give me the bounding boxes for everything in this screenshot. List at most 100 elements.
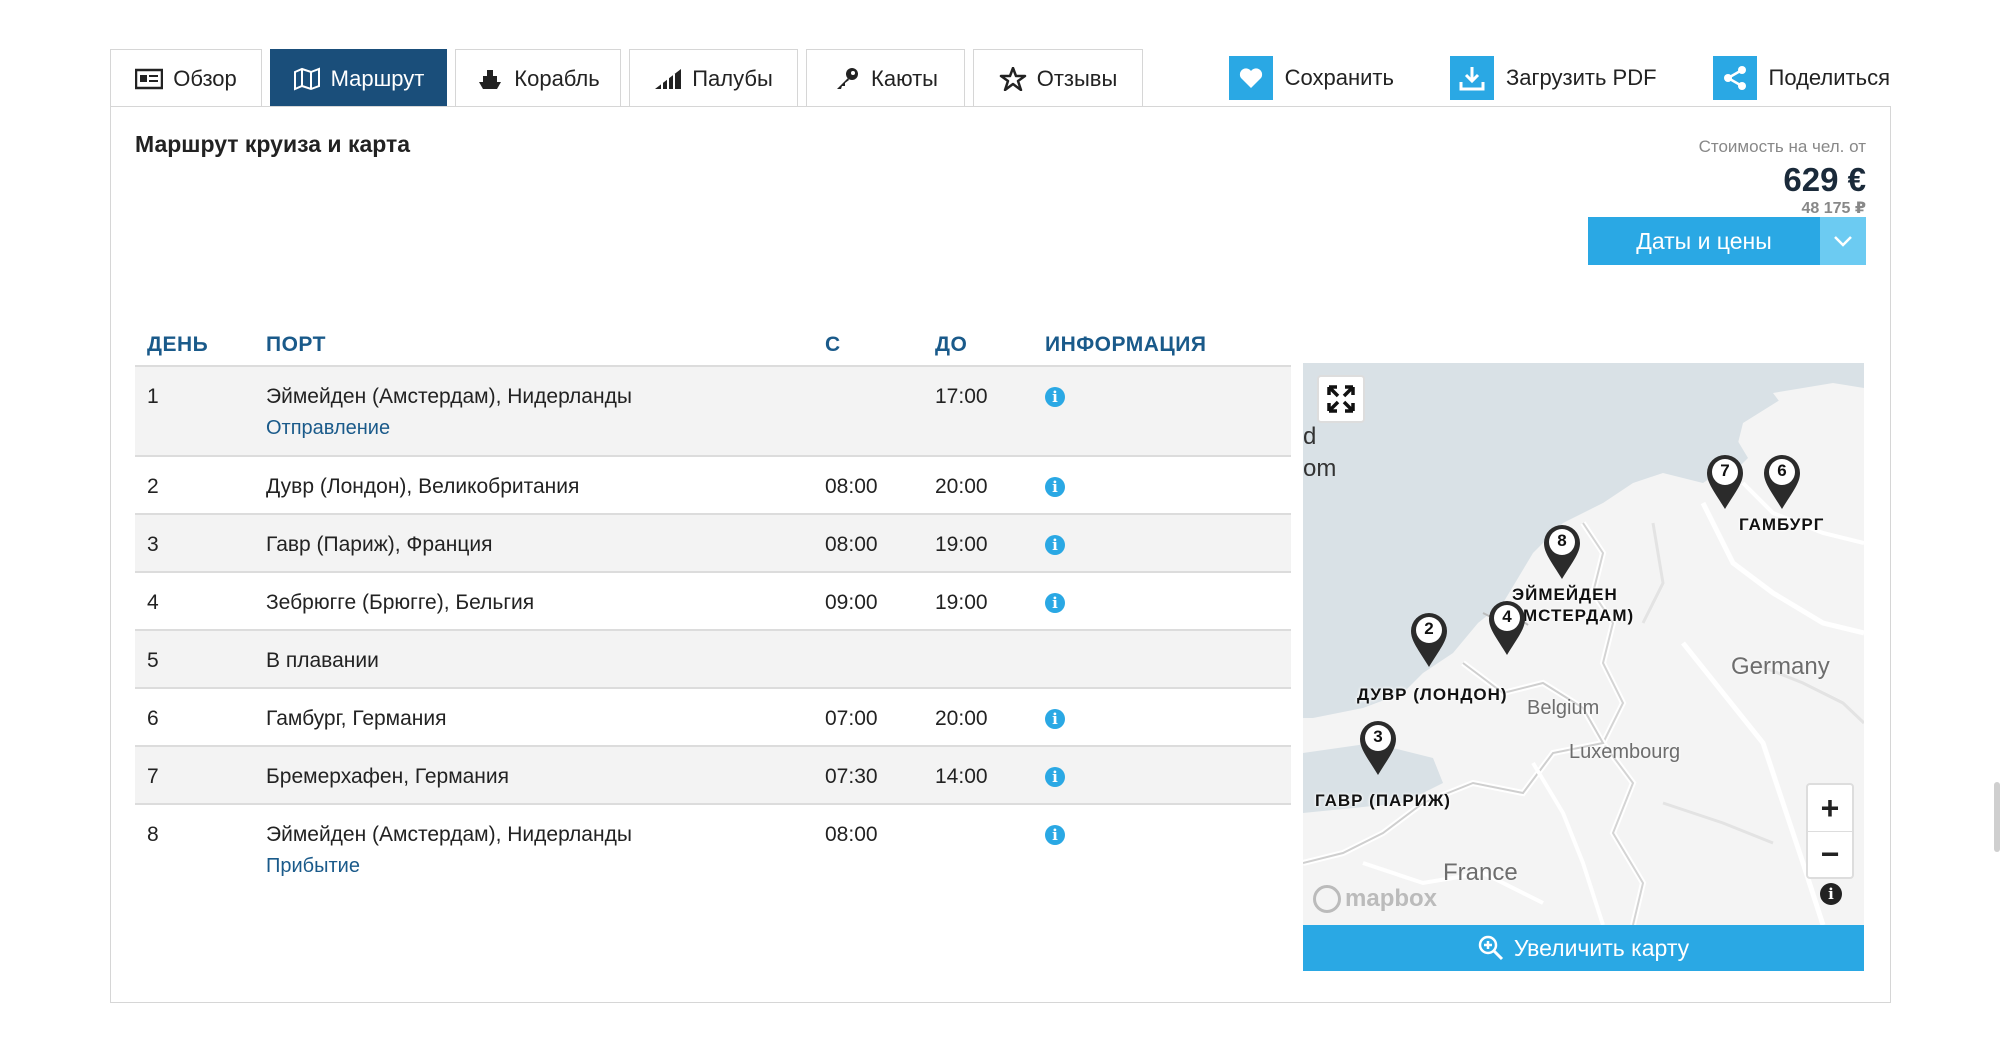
tab-ship[interactable]: Корабль <box>455 49 621 107</box>
save-label: Сохранить <box>1284 65 1394 90</box>
action-bar: Сохранить Загрузить PDF Поделиться <box>1173 56 1890 100</box>
map-label-havre: ГАВР (ПАРИЖ) <box>1315 791 1451 810</box>
cell-to: 17:00 <box>935 385 988 408</box>
cell-port: В плавании <box>266 649 379 672</box>
cell-port: Дувр (Лондон), Великобритания <box>266 475 580 498</box>
price-block: Стоимость на чел. от 629 € 48 175 ₽ <box>1699 137 1866 218</box>
tab-label: Корабль <box>514 65 600 91</box>
header-port: ПОРТ <box>266 333 326 356</box>
price-rub: 48 175 ₽ <box>1801 200 1866 217</box>
tab-overview[interactable]: Обзор <box>110 49 262 107</box>
table-row: 4 Зебрюгге (Брюгге), Бельгия 09:00 19:00 i <box>135 571 1291 629</box>
scrollbar-thumb[interactable] <box>1994 782 2000 852</box>
decks-icon <box>654 67 682 91</box>
star-icon <box>999 66 1027 91</box>
tab-cabins[interactable]: Каюты <box>806 49 965 107</box>
map-partial-text: d <box>1303 423 1317 450</box>
tab-decks[interactable]: Палубы <box>629 49 798 107</box>
tab-reviews[interactable]: Отзывы <box>973 49 1143 107</box>
map-country-france: France <box>1443 859 1518 886</box>
map-country-germany: Germany <box>1731 653 1830 680</box>
cell-from: 08:00 <box>825 823 878 846</box>
map-country-belgium: Belgium <box>1527 697 1600 719</box>
cell-port: Гавр (Париж), Франция <box>266 533 493 556</box>
pdf-label: Загрузить PDF <box>1505 65 1657 90</box>
route-panel: Маршрут круиза и карта Стоимость на чел.… <box>110 106 1891 1003</box>
cell-day: 1 <box>147 385 159 408</box>
tab-label: Обзор <box>173 65 237 91</box>
enlarge-map-label: Увеличить карту <box>1513 934 1690 961</box>
cell-day: 7 <box>147 765 159 788</box>
map-label-hamburg: ГАМБУРГ <box>1739 515 1825 534</box>
cell-day: 2 <box>147 475 159 498</box>
mapbox-logo-icon <box>1313 885 1341 913</box>
cell-from: 07:00 <box>825 707 878 730</box>
info-icon[interactable]: i <box>1045 535 1065 555</box>
info-icon[interactable]: i <box>1045 593 1065 613</box>
table-row: 8 Эймейден (Амстердам), Нидерланды Прибыти… <box>135 803 1291 893</box>
share-button[interactable]: Поделиться <box>1712 56 1890 100</box>
tab-label: Маршрут <box>330 65 425 91</box>
cell-to: 20:00 <box>935 707 988 730</box>
save-button[interactable]: Сохранить <box>1228 56 1394 100</box>
expand-icon[interactable] <box>1317 375 1365 423</box>
cell-to: 14:00 <box>935 765 988 788</box>
zoom-out-button[interactable]: − <box>1808 831 1852 877</box>
tab-route[interactable]: Маршрут <box>270 49 447 107</box>
cell-from: 08:00 <box>825 475 878 498</box>
map-pin-2[interactable]: 2 <box>1408 611 1450 669</box>
header-info: ИНФОРМАЦИЯ <box>1045 333 1207 356</box>
map-pin-7[interactable]: 7 <box>1704 453 1746 511</box>
cell-port: Зебрюгге (Брюгге), Бельгия <box>266 591 535 614</box>
info-icon[interactable]: i <box>1045 387 1065 407</box>
dates-prices-button[interactable]: Даты и цены <box>1588 217 1866 265</box>
info-icon[interactable]: i <box>1045 709 1065 729</box>
overview-icon <box>135 67 164 91</box>
header-from: С <box>825 333 841 356</box>
table-row: 2 Дувр (Лондон), Великобритания 08:00 20:00… <box>135 455 1291 513</box>
cell-day: 4 <box>147 591 159 614</box>
enlarge-map-button[interactable]: Увеличить карту <box>1303 925 1864 971</box>
share-icon <box>1712 56 1757 100</box>
info-icon[interactable]: i <box>1045 825 1065 845</box>
key-icon <box>833 67 861 91</box>
map-info-icon[interactable]: i <box>1820 883 1842 905</box>
map-pin-3[interactable]: 3 <box>1357 719 1399 777</box>
header-to: ДО <box>935 333 968 356</box>
zoom-in-button[interactable]: + <box>1808 785 1852 831</box>
table-row: 1 Эймейден (Амстердам), Нидерланды Отправл… <box>135 365 1291 455</box>
map-pin-6[interactable]: 6 <box>1761 453 1803 511</box>
route-map[interactable]: d om Germany Belgium Luxembourg France 7… <box>1303 363 1864 925</box>
map-label-dover: ДУВР (ЛОНДОН) <box>1357 685 1508 704</box>
map-pin-8[interactable]: 8 <box>1541 523 1583 581</box>
cell-port-note[interactable]: Отправление <box>266 417 390 440</box>
tab-label: Отзывы <box>1036 65 1118 91</box>
download-icon <box>1449 56 1494 100</box>
table-row: 5 В плавании <box>135 629 1291 687</box>
table-row: 7 Бремерхафен, Германия 07:30 14:00 i <box>135 745 1291 803</box>
ship-icon <box>476 67 504 91</box>
info-icon[interactable]: i <box>1045 477 1065 497</box>
cell-from: 07:30 <box>825 765 878 788</box>
tab-label: Каюты <box>871 65 938 91</box>
heart-icon <box>1228 56 1273 100</box>
map-country-luxembourg: Luxembourg <box>1569 741 1681 763</box>
cell-day: 6 <box>147 707 159 730</box>
info-icon[interactable]: i <box>1045 767 1065 787</box>
cell-port: Эймейден (Амстердам), Нидерланды <box>266 823 632 846</box>
price-eur: 629 € <box>1783 161 1866 198</box>
map-icon <box>293 67 321 91</box>
cell-from: 08:00 <box>825 533 878 556</box>
map-pin-4[interactable]: 4 <box>1486 599 1528 657</box>
map-partial-text: om <box>1303 455 1337 482</box>
table-row: 6 Гамбург, Германия 07:00 20:00 i <box>135 687 1291 745</box>
cell-port-note[interactable]: Прибытие <box>266 855 360 878</box>
cell-to: 19:00 <box>935 533 988 556</box>
download-pdf-button[interactable]: Загрузить PDF <box>1449 56 1657 100</box>
zoom-in-icon <box>1478 935 1503 961</box>
chevron-down-icon[interactable] <box>1820 217 1866 265</box>
dates-prices-label[interactable]: Даты и цены <box>1588 217 1820 265</box>
cell-port: Эймейден (Амстердам), Нидерланды <box>266 385 632 408</box>
cell-from: 09:00 <box>825 591 878 614</box>
share-label: Поделиться <box>1768 65 1890 90</box>
